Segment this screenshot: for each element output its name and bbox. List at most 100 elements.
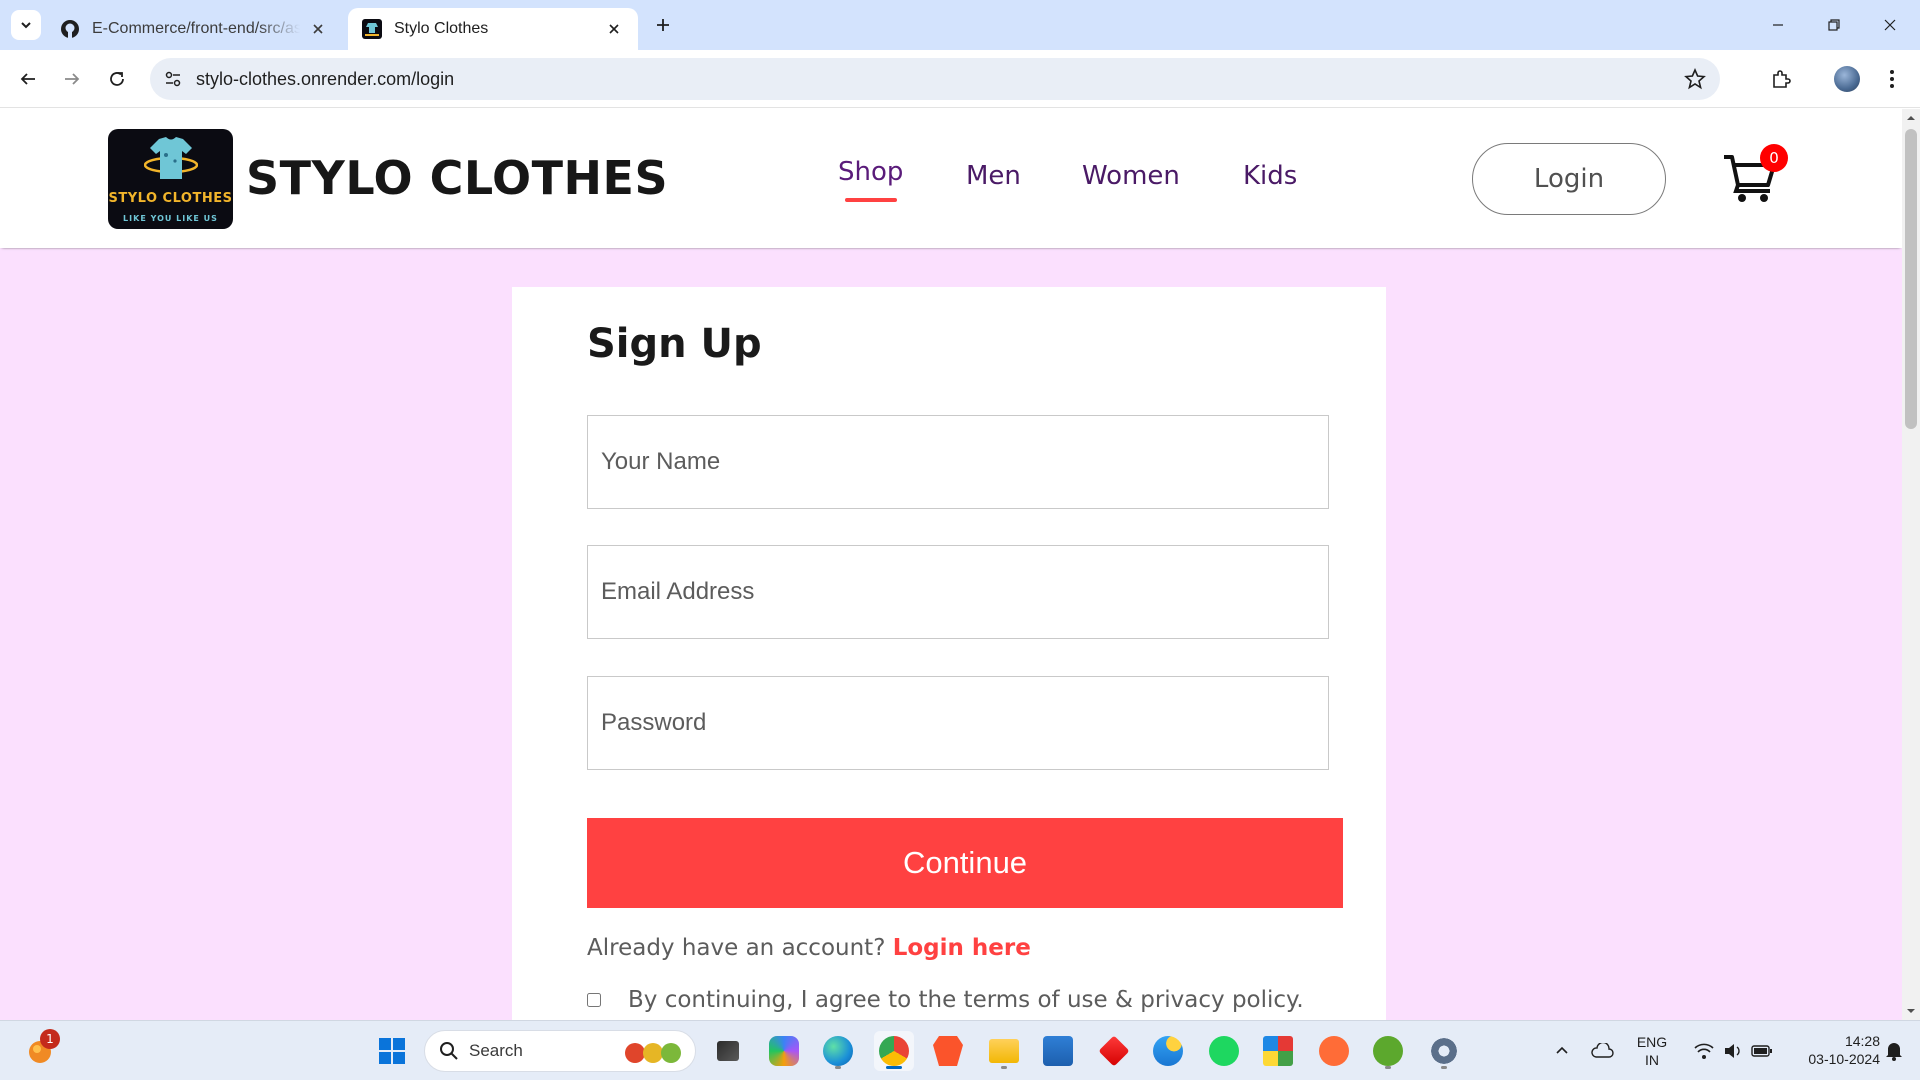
email-field[interactable] — [587, 545, 1329, 639]
signup-card: Sign Up Continue Already have an account… — [512, 287, 1386, 1020]
bookmark-star-icon[interactable] — [1684, 67, 1706, 90]
chevron-up-icon — [1556, 1046, 1568, 1054]
page-scrollbar[interactable] — [1902, 109, 1920, 1020]
app-button-multicolor[interactable] — [1258, 1031, 1298, 1071]
nav-shop[interactable]: Shop — [838, 157, 903, 187]
notification-badge: 1 — [40, 1029, 60, 1049]
bell-icon — [1886, 1043, 1902, 1061]
tray-overflow-button[interactable] — [1542, 1031, 1582, 1071]
site-navbar: STYLO CLOTHES LIKE YOU LIKE US STYLO CLO… — [0, 109, 1902, 248]
battery-icon — [1751, 1045, 1772, 1057]
file-explorer-button[interactable] — [984, 1031, 1024, 1071]
tab-title: Stylo Clothes — [394, 20, 489, 37]
brand-name[interactable]: STYLO CLOTHES — [246, 151, 668, 205]
taskbar-search[interactable]: Search — [424, 1030, 696, 1072]
more-vertical-icon — [1890, 70, 1894, 88]
scroll-down-icon[interactable] — [1906, 1006, 1916, 1016]
folder-icon — [989, 1039, 1019, 1063]
logo-title: STYLO CLOTHES — [108, 191, 233, 206]
minimize-button[interactable] — [1750, 0, 1806, 50]
password-field[interactable] — [587, 676, 1329, 770]
puzzle-icon — [1773, 70, 1791, 88]
page-title: Sign Up — [587, 321, 762, 367]
chrome-icon — [879, 1036, 909, 1066]
taskbar: 1 Search ENG IN 14:28 03-10-2024 — [0, 1020, 1920, 1080]
wifi-icon — [1694, 1043, 1714, 1059]
language-indicator[interactable]: ENG IN — [1632, 1033, 1672, 1069]
close-tab-icon[interactable] — [308, 19, 328, 39]
plus-icon — [657, 19, 669, 31]
settings-button[interactable] — [1424, 1031, 1464, 1071]
copilot-icon — [769, 1036, 799, 1066]
app-button-blue[interactable] — [1148, 1031, 1188, 1071]
nav-kids[interactable]: Kids — [1243, 161, 1297, 191]
tab-github[interactable]: E-Commerce/front-end/src/assets — [46, 8, 342, 50]
tab-stylo-clothes[interactable]: Stylo Clothes — [348, 8, 638, 50]
tab-search-button[interactable] — [11, 10, 41, 40]
chrome-button[interactable] — [874, 1031, 914, 1071]
app-icon — [1263, 1036, 1293, 1066]
back-button[interactable] — [12, 63, 44, 95]
active-nav-underline — [845, 198, 897, 202]
edge-button[interactable] — [818, 1031, 858, 1071]
edge-icon — [823, 1036, 853, 1066]
cart-count-badge: 0 — [1760, 144, 1788, 172]
new-tab-button[interactable] — [650, 12, 676, 38]
gear-icon — [1429, 1036, 1459, 1066]
tab-title: E-Commerce/front-end/src/assets — [92, 20, 300, 37]
login-here-link[interactable]: Login here — [893, 935, 1031, 961]
store-button[interactable] — [1038, 1031, 1078, 1071]
reload-button[interactable] — [101, 63, 133, 95]
quick-settings-button[interactable] — [1678, 1031, 1788, 1071]
stylo-favicon — [362, 19, 382, 39]
spotify-button[interactable] — [1204, 1031, 1244, 1071]
utorrent-button[interactable] — [1368, 1031, 1408, 1071]
app-button-red[interactable] — [1094, 1031, 1134, 1071]
minimize-icon — [1773, 24, 1783, 26]
close-icon — [1884, 19, 1896, 31]
taskview-icon — [717, 1041, 739, 1061]
windows-icon — [379, 1038, 405, 1064]
nav-women[interactable]: Women — [1082, 161, 1180, 191]
site-logo[interactable]: STYLO CLOTHES LIKE YOU LIKE US — [108, 129, 233, 229]
chevron-down-icon — [21, 22, 31, 29]
name-field[interactable] — [587, 415, 1329, 509]
nav-men[interactable]: Men — [966, 161, 1021, 191]
continue-button[interactable]: Continue — [587, 818, 1343, 908]
arrow-left-icon — [20, 73, 35, 85]
brave-icon — [933, 1036, 963, 1066]
close-window-button[interactable] — [1862, 0, 1918, 50]
cloud-icon — [1591, 1043, 1614, 1058]
site-info-icon[interactable] — [162, 68, 184, 90]
address-bar[interactable]: stylo-clothes.onrender.com/login — [150, 58, 1720, 100]
fruit-decoration-icon — [625, 1043, 681, 1063]
terms-checkbox[interactable] — [587, 993, 601, 1007]
notifications-button[interactable] — [1874, 1031, 1914, 1071]
close-tab-icon[interactable] — [604, 19, 624, 39]
app-button-orange[interactable] — [1314, 1031, 1354, 1071]
copilot-button[interactable] — [764, 1031, 804, 1071]
login-button[interactable]: Login — [1472, 143, 1666, 215]
restore-button[interactable] — [1806, 0, 1862, 50]
app-icon — [1153, 1036, 1183, 1066]
onedrive-button[interactable] — [1582, 1031, 1622, 1071]
search-label: Search — [469, 1041, 523, 1060]
clock-date: 03-10-2024 — [1808, 1051, 1880, 1067]
reload-icon — [110, 72, 124, 86]
extensions-button[interactable] — [1765, 63, 1797, 95]
taskview-button[interactable] — [708, 1031, 748, 1071]
scroll-thumb[interactable] — [1905, 129, 1917, 429]
clock-time: 14:28 — [1844, 1033, 1880, 1049]
spotify-icon — [1209, 1036, 1239, 1066]
arrow-right-icon — [65, 73, 80, 85]
browser-menu-button[interactable] — [1876, 63, 1908, 95]
clock[interactable]: 14:28 03-10-2024 — [1780, 1032, 1880, 1068]
scroll-up-icon[interactable] — [1906, 113, 1916, 123]
profile-button[interactable] — [1831, 63, 1863, 95]
start-button[interactable] — [372, 1031, 412, 1071]
brave-button[interactable] — [928, 1031, 968, 1071]
forward-button[interactable] — [56, 63, 88, 95]
url-text[interactable]: stylo-clothes.onrender.com/login — [196, 69, 454, 90]
avatar — [1834, 66, 1860, 92]
logo-tagline: LIKE YOU LIKE US — [123, 214, 218, 223]
